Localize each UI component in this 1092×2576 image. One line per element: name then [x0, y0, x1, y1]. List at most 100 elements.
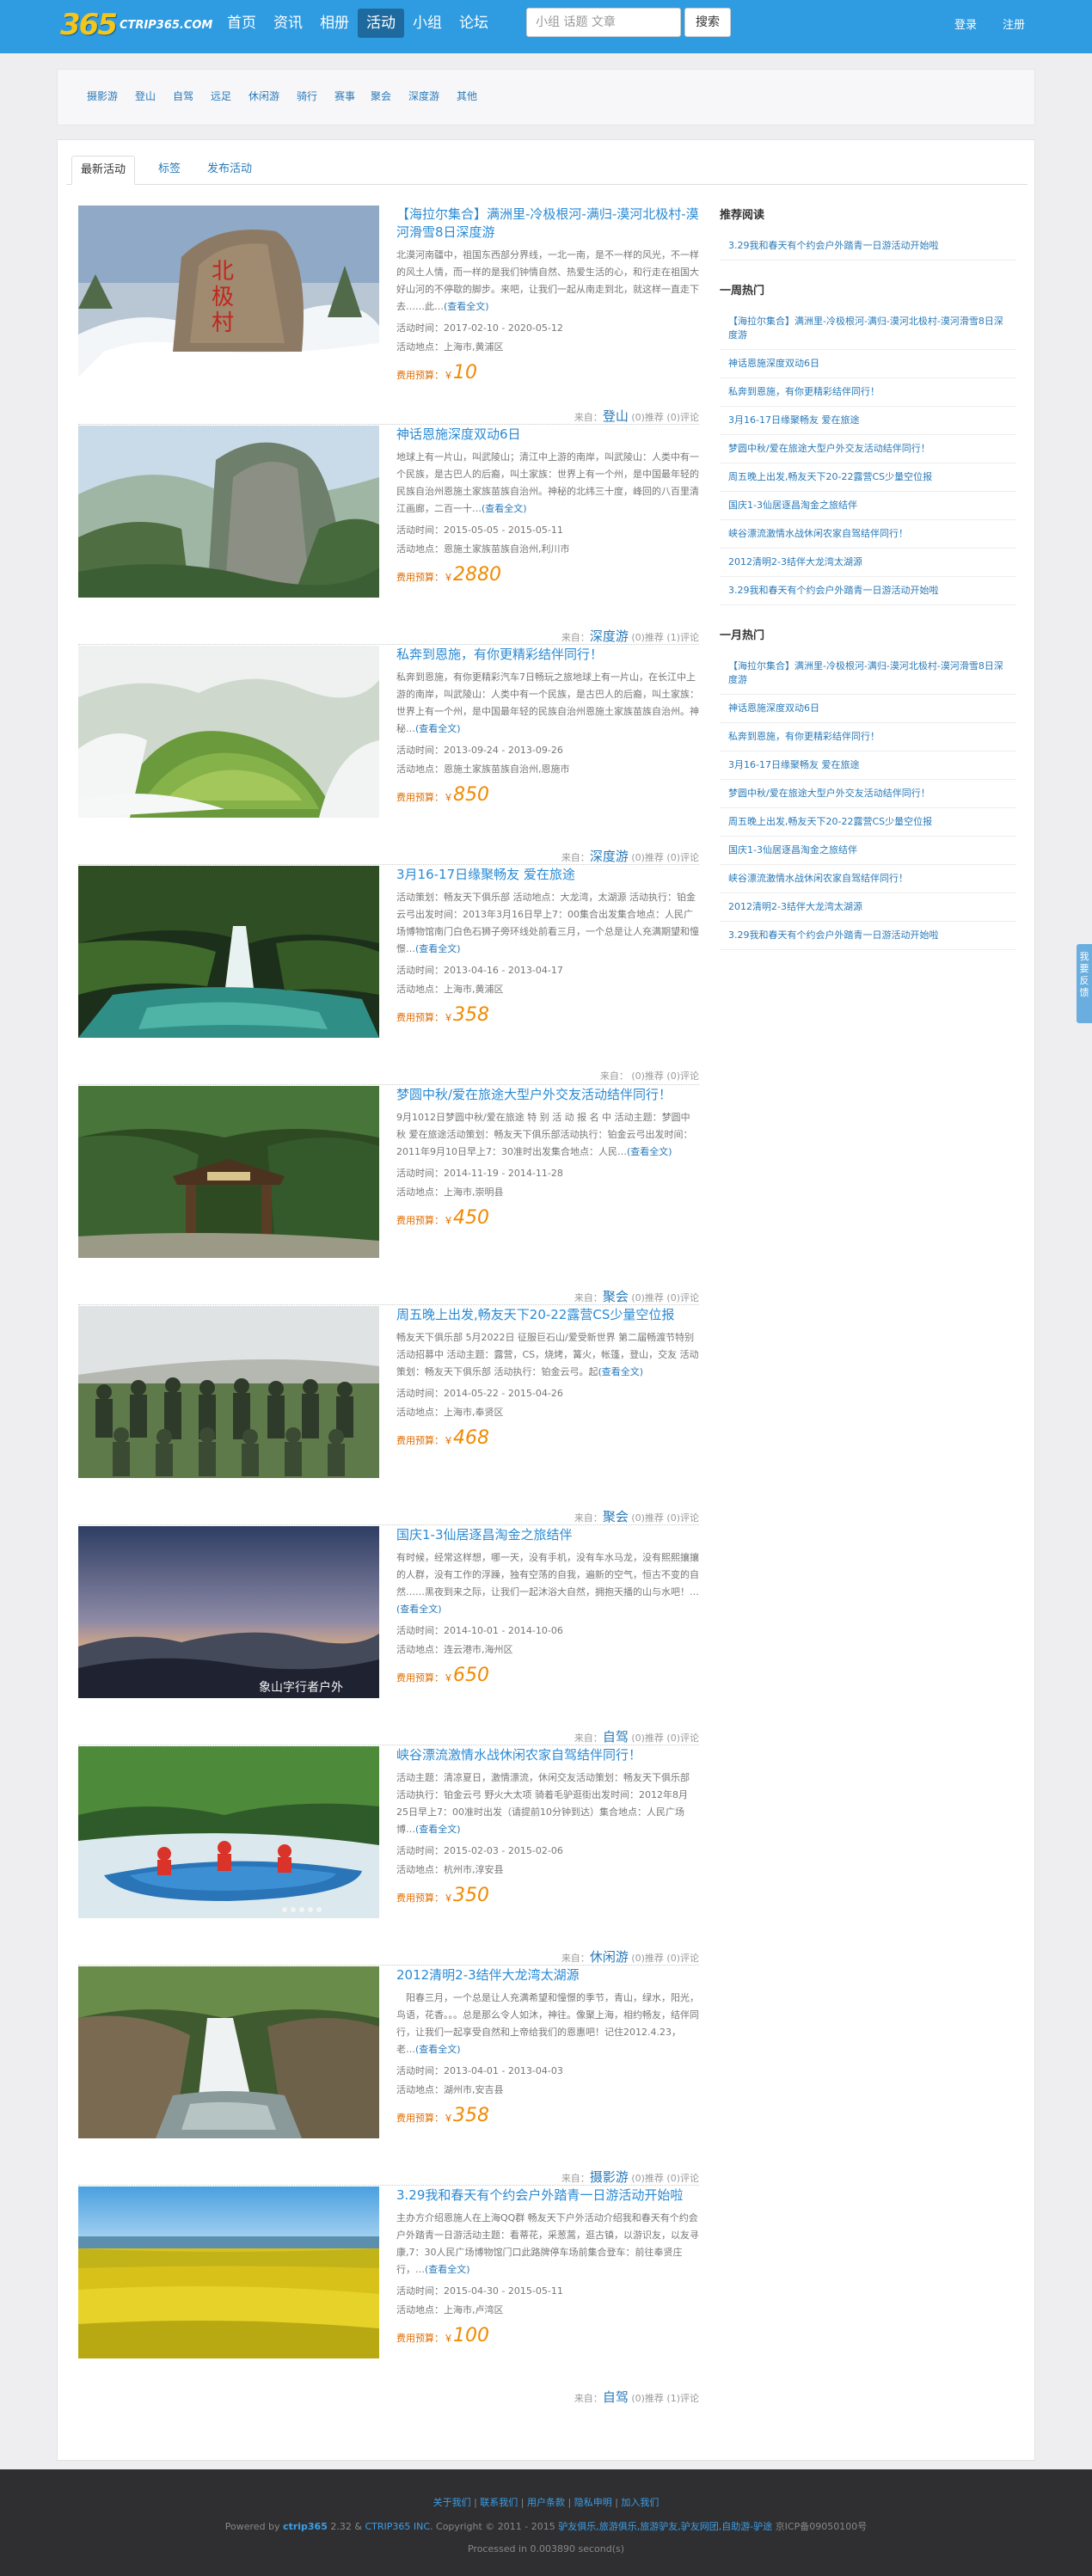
week-hot-link[interactable]: 3月16-17日缘聚畅友 爱在旅途 [720, 407, 1016, 435]
week-hot-link[interactable]: 国庆1-3仙居逐昌淘金之旅结伴 [720, 492, 1016, 520]
category-photo[interactable]: 摄影游 [87, 89, 118, 103]
activity-title[interactable]: 【海拉尔集合】满洲里-冷极根河-满归-漠河北极村-漠河滑雪8日深度游 [396, 205, 699, 242]
activity-photo-group[interactable] [78, 1306, 379, 1478]
week-hot-link[interactable]: 2012清明2-3结伴大龙湾太湖源 [720, 549, 1016, 577]
activity-photo-sunset[interactable]: 象山字行者户外 [78, 1526, 379, 1698]
activity-photo-snow-stone[interactable]: 北 极 村 [78, 205, 379, 377]
week-hot-link[interactable]: 私奔到恩施，有你更精彩结伴同行！ [720, 378, 1016, 407]
category-indepth[interactable]: 深度游 [408, 89, 439, 103]
source-link[interactable]: 摄影游 [590, 2169, 629, 2185]
read-more-link[interactable]: (查看全文) [444, 301, 489, 312]
week-hot-link[interactable]: 3.29我和春天有个约会户外踏青一日游活动开始啦 [720, 577, 1016, 605]
source-link[interactable]: 休闲游 [590, 1949, 629, 1965]
source-link[interactable]: 登山 [603, 408, 629, 424]
source-link[interactable]: 聚会 [603, 1289, 629, 1304]
category-events[interactable]: 赛事 [334, 89, 355, 103]
category-other[interactable]: 其他 [457, 89, 477, 103]
source-link[interactable]: 自驾 [603, 1729, 629, 1745]
nav-news[interactable]: 资讯 [265, 9, 311, 38]
sidebar: 推荐阅读 3.29我和春天有个约会户外踏青一日游活动开始啦 一周热门 【海拉尔集… [720, 205, 1016, 950]
activity-title[interactable]: 2012清明2-3结伴大龙湾太湖源 [396, 1966, 699, 1984]
activity-title[interactable]: 3月16-17日缘聚畅友 爱在旅途 [396, 866, 699, 884]
read-more-link[interactable]: (查看全文) [415, 1824, 461, 1835]
activity-photo-flower-field[interactable] [78, 2187, 379, 2358]
nav-groups[interactable]: 小组 [404, 9, 451, 38]
category-hike[interactable]: 远足 [211, 89, 231, 103]
month-hot-link[interactable]: 【海拉尔集合】满洲里-冷极根河-满归-漠河北极村-漠河滑雪8日深度游 [720, 653, 1016, 695]
site-logo[interactable]: 365 CTRIP365.COM [60, 8, 212, 42]
week-hot-link[interactable]: 梦圆中秋/爱在旅途大型户外交友活动结伴同行！ [720, 435, 1016, 463]
divider [78, 1304, 699, 1305]
source-link[interactable]: 深度游 [590, 849, 629, 864]
source-link[interactable]: 聚会 [603, 1509, 629, 1524]
activity-title[interactable]: 周五晚上出发,畅友天下20-22露营CS少量空位报 [396, 1306, 699, 1324]
nav-album[interactable]: 相册 [311, 9, 358, 38]
activity-title[interactable]: 3.29我和春天有个约会户外踏青一日游活动开始啦 [396, 2187, 699, 2205]
footer-tags[interactable]: 驴友俱乐,旅游俱乐,旅游驴友,驴友网团,自助游-驴途 [558, 2521, 772, 2532]
company-link[interactable]: CTRIP365 INC [365, 2521, 430, 2532]
activity-photo-stream[interactable] [78, 1966, 379, 2138]
week-hot-link[interactable]: 【海拉尔集合】满洲里-冷极根河-满归-漠河北极村-漠河滑雪8日深度游 [720, 308, 1016, 350]
week-hot-link[interactable]: 神话恩施深度双动6日 [720, 350, 1016, 378]
read-more-link[interactable]: (查看全文) [415, 943, 461, 954]
main-panel: 最新活动 标签 发布活动 北 极 村 【海拉尔集合】满洲里-冷极根河-满归-漠河… [57, 139, 1035, 2461]
read-more-link[interactable]: (查看全文) [482, 503, 527, 514]
activity-photo-cliffs[interactable] [78, 426, 379, 598]
activity-budget: 费用预算：￥2880 [396, 564, 699, 586]
month-hot-link[interactable]: 峡谷漂流激情水战休闲农家自驾结伴同行！ [720, 865, 1016, 893]
category-cycling[interactable]: 骑行 [297, 89, 317, 103]
activity-title[interactable]: 梦圆中秋/爱在旅途大型户外交友活动结伴同行！ [396, 1086, 699, 1104]
activity-place: 活动地点：上海市,奉贤区 [396, 1407, 504, 1418]
nav-activities[interactable]: 活动 [358, 9, 404, 38]
activity-photo-waterfall[interactable] [78, 866, 379, 1038]
footer-terms[interactable]: 用户条款 [527, 2497, 565, 2508]
read-more-link[interactable]: (查看全文) [415, 723, 461, 734]
tab-publish[interactable]: 发布活动 [199, 156, 261, 185]
powered-brand[interactable]: ctrip365 [283, 2521, 328, 2532]
register-link[interactable]: 注册 [1003, 15, 1025, 32]
read-more-link[interactable]: (查看全文) [425, 2264, 470, 2275]
activity-title[interactable]: 神话恩施深度双动6日 [396, 426, 699, 444]
month-hot-link[interactable]: 国庆1-3仙居逐昌淘金之旅结伴 [720, 837, 1016, 865]
feedback-tab[interactable]: 我要反馈 [1077, 944, 1092, 1023]
source-link[interactable]: 深度游 [590, 629, 629, 644]
category-climb[interactable]: 登山 [135, 89, 156, 103]
login-link[interactable]: 登录 [954, 15, 977, 32]
activity-photo-rafting[interactable] [78, 1746, 379, 1918]
search-input[interactable]: 小组 话题 文章 [526, 8, 681, 37]
read-more-link[interactable]: (查看全文) [396, 1604, 442, 1615]
tab-tags[interactable]: 标签 [150, 156, 189, 185]
activity-title[interactable]: 私奔到恩施，有你更精彩结伴同行！ [396, 646, 699, 664]
nav-home[interactable]: 首页 [218, 9, 265, 38]
source-link[interactable]: 自驾 [603, 2389, 629, 2405]
activity-photo-terraces[interactable] [78, 646, 379, 818]
month-hot-link[interactable]: 梦圆中秋/爱在旅途大型户外交友活动结伴同行！ [720, 780, 1016, 808]
month-hot-link[interactable]: 私奔到恩施，有你更精彩结伴同行！ [720, 723, 1016, 751]
read-more-link[interactable]: (查看全文) [415, 2044, 461, 2055]
search-button[interactable]: 搜索 [684, 8, 731, 37]
week-hot-link[interactable]: 峡谷漂流激情水战休闲农家自驾结伴同行！ [720, 520, 1016, 549]
category-party[interactable]: 聚会 [371, 89, 391, 103]
svg-text:象山字行者户外: 象山字行者户外 [259, 1680, 343, 1695]
activity-title[interactable]: 国庆1-3仙居逐昌淘金之旅结伴 [396, 1526, 699, 1544]
recommend-link[interactable]: 3.29我和春天有个约会户外踏青一日游活动开始啦 [720, 232, 1016, 261]
activity-title[interactable]: 峡谷漂流激情水战休闲农家自驾结伴同行！ [396, 1746, 699, 1764]
category-leisure[interactable]: 休闲游 [248, 89, 279, 103]
footer-join[interactable]: 加入我们 [621, 2497, 659, 2508]
footer-about[interactable]: 关于我们 [433, 2497, 471, 2508]
footer-privacy[interactable]: 隐私申明 [574, 2497, 612, 2508]
category-drive[interactable]: 自驾 [173, 89, 193, 103]
read-more-link[interactable]: (查看全文) [627, 1146, 672, 1157]
read-more-link[interactable]: (查看全文) [598, 1366, 644, 1377]
footer-contact[interactable]: 联系我们 [480, 2497, 518, 2508]
activity-photo-forest-gate[interactable] [78, 1086, 379, 1258]
month-hot-link[interactable]: 2012清明2-3结伴大龙湾太湖源 [720, 893, 1016, 922]
month-hot-link[interactable]: 3月16-17日缘聚畅友 爱在旅途 [720, 751, 1016, 780]
nav-forum[interactable]: 论坛 [451, 9, 497, 38]
tab-latest[interactable]: 最新活动 [71, 156, 136, 185]
week-hot-link[interactable]: 周五晚上出发,畅友天下20-22露营CS少量空位报 [720, 463, 1016, 492]
month-hot-link[interactable]: 神话恩施深度双动6日 [720, 695, 1016, 723]
month-hot-link[interactable]: 周五晚上出发,畅友天下20-22露营CS少量空位报 [720, 808, 1016, 837]
activity-stats: (0)推荐 (0)评论 [631, 1953, 699, 1964]
month-hot-link[interactable]: 3.29我和春天有个约会户外踏青一日游活动开始啦 [720, 922, 1016, 950]
